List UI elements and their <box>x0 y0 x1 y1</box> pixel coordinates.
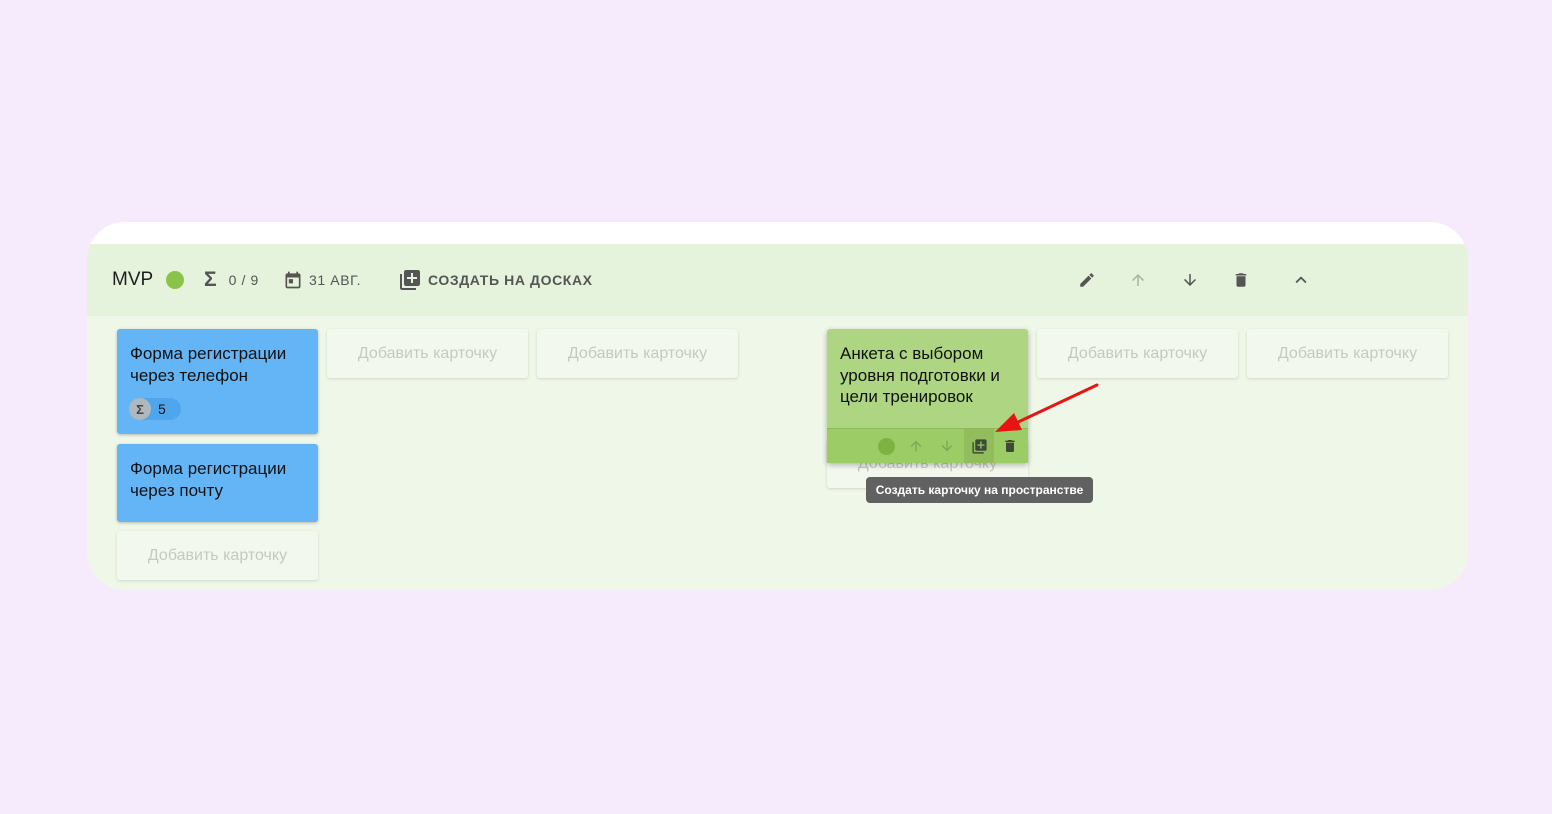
card-title: Форма регистрации через телефон <box>130 344 287 385</box>
due-date-text: 31 АВГ. <box>309 272 362 288</box>
create-on-boards-button[interactable]: СОЗДАТЬ НА ДОСКАХ <box>398 244 593 316</box>
status-indicator[interactable] <box>166 244 184 316</box>
card-move-down-button[interactable] <box>937 429 957 463</box>
status-dot-icon <box>166 271 184 289</box>
move-up-button[interactable] <box>1126 244 1150 316</box>
edit-button[interactable] <box>1075 244 1099 316</box>
chevron-up-icon <box>1289 268 1313 292</box>
card-toolbar <box>827 428 1028 463</box>
arrow-up-icon <box>908 438 924 454</box>
library-add-icon <box>398 268 422 292</box>
card-status-button[interactable] <box>878 429 895 463</box>
milestone-title-text: MVP <box>112 269 154 290</box>
arrow-down-icon <box>939 438 955 454</box>
add-card-button[interactable]: Добавить карточку <box>1037 329 1238 378</box>
status-dot-icon <box>878 437 895 455</box>
milestone-title[interactable]: MVP <box>112 244 153 316</box>
progress-value: 0 / 9 <box>228 272 259 288</box>
delete-milestone-button[interactable] <box>1229 244 1253 316</box>
card-title: Форма регистрации через почту <box>130 459 287 500</box>
card-delete-button[interactable] <box>1000 429 1020 463</box>
tooltip: Создать карточку на пространстве <box>866 477 1093 503</box>
estimate-value: 5 <box>158 401 166 417</box>
add-card-button[interactable]: Добавить карточку <box>117 531 318 580</box>
card-survey[interactable]: Анкета с выбором уровня подготовки и цел… <box>827 329 1028 463</box>
estimate-badge: Σ 5 <box>129 398 181 420</box>
card-title: Анкета с выбором уровня подготовки и цел… <box>840 344 1000 406</box>
move-down-button[interactable] <box>1178 244 1202 316</box>
milestone-header: MVP Σ 0 / 9 31 АВГ. СОЗДАТЬ НА ДОСКАХ <box>87 244 1468 316</box>
calendar-icon <box>283 270 303 290</box>
progress-counter: Σ 0 / 9 <box>204 244 259 316</box>
create-card-on-space-button[interactable] <box>964 429 994 463</box>
sigma-icon: Σ <box>129 398 151 420</box>
delete-icon <box>1002 438 1018 454</box>
library-add-icon <box>971 438 988 455</box>
edit-icon <box>1075 268 1099 292</box>
add-card-button[interactable]: Добавить карточку <box>1247 329 1448 378</box>
card-phone-registration[interactable]: Форма регистрации через телефон Σ 5 <box>117 329 318 434</box>
panel-top-strip <box>87 222 1468 244</box>
delete-icon <box>1229 268 1253 292</box>
arrow-up-icon <box>1126 268 1150 292</box>
collapse-button[interactable] <box>1289 244 1313 316</box>
add-card-button[interactable]: Добавить карточку <box>537 329 738 378</box>
create-on-boards-label: СОЗДАТЬ НА ДОСКАХ <box>428 272 593 288</box>
due-date-button[interactable]: 31 АВГ. <box>283 244 361 316</box>
card-move-up-button[interactable] <box>906 429 926 463</box>
add-card-button[interactable]: Добавить карточку <box>327 329 528 378</box>
milestone-panel: MVP Σ 0 / 9 31 АВГ. СОЗДАТЬ НА ДОСКАХ Фо… <box>87 222 1468 590</box>
card-email-registration[interactable]: Форма регистрации через почту <box>117 444 318 522</box>
sigma-icon: Σ <box>204 268 217 291</box>
arrow-down-icon <box>1178 268 1202 292</box>
